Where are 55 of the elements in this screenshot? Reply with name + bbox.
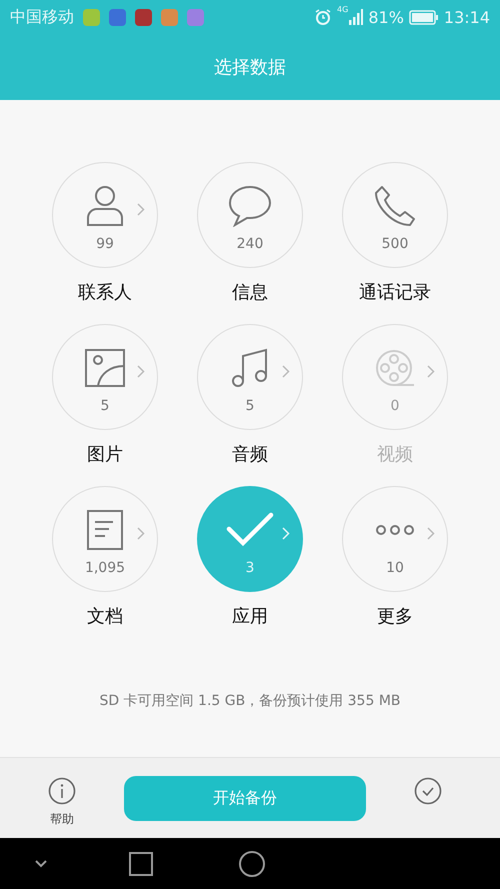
battery-percent: 81% (368, 8, 404, 26)
app-notification-icon (135, 8, 152, 26)
category-label: 联系人 (78, 281, 132, 305)
help-label[interactable]: 帮助 (50, 811, 74, 828)
speech-bubble-icon (228, 185, 272, 227)
home-icon[interactable] (239, 850, 265, 876)
item-count: 240 (236, 236, 264, 252)
item-count: 500 (382, 236, 408, 252)
item-count: 10 (386, 560, 404, 576)
app-notification-icon (83, 8, 100, 26)
category-toggle[interactable]: 5 (197, 324, 303, 430)
category-label: 信息 (232, 281, 268, 305)
battery-icon (408, 10, 439, 24)
person-icon (86, 185, 124, 227)
storage-info: SD 卡可用空间 1.5 GB，备份预计使用 355 MB (99, 692, 401, 710)
music-note-icon (231, 348, 269, 388)
app-notification-icon (109, 8, 126, 26)
category-label: 应用 (232, 605, 268, 629)
category-toggle[interactable]: 500 (342, 162, 448, 268)
category-toggle[interactable]: 1,095 (52, 486, 158, 592)
category-label: 图片 (87, 443, 123, 467)
page-title: 选择数据 (214, 56, 286, 79)
category-toggle[interactable]: 5 (52, 324, 158, 430)
info-icon[interactable] (48, 777, 76, 805)
item-count: 5 (100, 398, 110, 414)
document-icon (87, 510, 123, 550)
category-label: 视频 (377, 443, 413, 467)
category-label: 文档 (87, 605, 123, 629)
hide-keyboard-icon[interactable] (34, 859, 48, 868)
category-label: 通话记录 (359, 281, 431, 305)
app-notification-icon (161, 8, 178, 26)
item-count: 1,095 (84, 560, 126, 576)
item-count: 3 (246, 560, 254, 576)
more-icon (375, 524, 415, 536)
check-icon (226, 512, 274, 548)
image-icon (85, 349, 125, 387)
item-count: 0 (390, 398, 400, 414)
item-count: 5 (246, 398, 254, 414)
category-toggle[interactable]: 10 (342, 486, 448, 592)
signal-icon (349, 9, 364, 25)
app-notification-icon (187, 8, 204, 26)
phone-icon (374, 185, 416, 227)
item-count: 99 (96, 236, 114, 252)
carrier-name: 中国移动 (10, 6, 74, 28)
start-backup-button[interactable]: 开始备份 (124, 776, 366, 821)
alarm-icon (314, 8, 332, 26)
recent-apps-icon[interactable] (129, 852, 153, 876)
category-toggle[interactable]: 240 (197, 162, 303, 268)
category-toggle[interactable]: 99 (52, 162, 158, 268)
category-label: 音频 (232, 443, 268, 467)
network-type: 4G (337, 5, 348, 14)
film-reel-icon (375, 349, 415, 387)
check-circle-icon[interactable] (414, 777, 442, 805)
category-label: 更多 (377, 605, 413, 629)
clock: 13:14 (444, 8, 490, 26)
